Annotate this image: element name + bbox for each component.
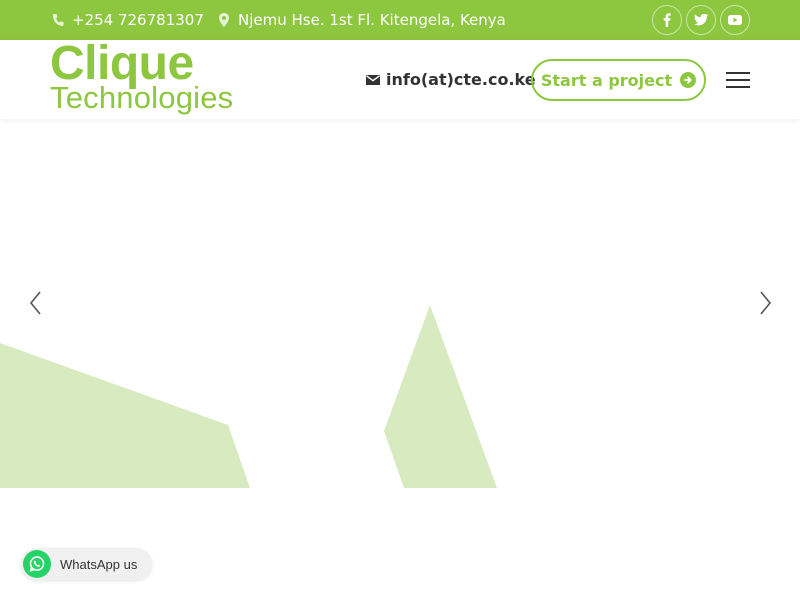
chevron-right-icon bbox=[760, 291, 772, 315]
facebook-icon[interactable] bbox=[652, 5, 682, 35]
site-logo[interactable]: Clique Technologies bbox=[50, 37, 260, 119]
phone-contact[interactable]: +254 726781307 bbox=[50, 0, 204, 40]
chevron-left-icon bbox=[29, 291, 41, 315]
whatsapp-chat-button[interactable]: WhatsApp us bbox=[21, 548, 152, 580]
start-project-button[interactable]: Start a project bbox=[531, 59, 706, 101]
email-address: info(at)cte.co.ke bbox=[386, 70, 536, 89]
left-shape bbox=[0, 343, 250, 488]
start-project-label: Start a project bbox=[540, 70, 673, 90]
center-triangle-shape bbox=[384, 305, 497, 488]
hero-slider bbox=[0, 119, 800, 600]
youtube-icon[interactable] bbox=[720, 5, 750, 35]
address-contact: Njemu Hse. 1st Fl. Kitengela, Kenya bbox=[216, 0, 506, 40]
phone-icon bbox=[50, 12, 66, 28]
slider-prev-button[interactable] bbox=[26, 289, 46, 319]
top-info-bar: +254 726781307 Njemu Hse. 1st Fl. Kiteng… bbox=[0, 0, 800, 40]
logo-word-technologies: Technologies bbox=[50, 80, 234, 115]
email-contact[interactable]: info(at)cte.co.ke bbox=[366, 40, 536, 119]
decorative-shapes bbox=[0, 305, 497, 488]
map-pin-icon bbox=[216, 12, 232, 28]
envelope-icon bbox=[366, 74, 380, 85]
whatsapp-label: WhatsApp us bbox=[60, 556, 138, 572]
slider-next-button[interactable] bbox=[756, 289, 776, 319]
twitter-icon[interactable] bbox=[686, 5, 716, 35]
whatsapp-icon bbox=[23, 550, 51, 578]
phone-number: +254 726781307 bbox=[72, 11, 204, 29]
arrow-right-circle-icon bbox=[680, 72, 697, 88]
address-text: Njemu Hse. 1st Fl. Kitengela, Kenya bbox=[238, 11, 506, 29]
hamburger-menu-icon[interactable] bbox=[726, 72, 750, 88]
site-header: Clique Technologies info(at)cte.co.ke St… bbox=[0, 37, 800, 119]
